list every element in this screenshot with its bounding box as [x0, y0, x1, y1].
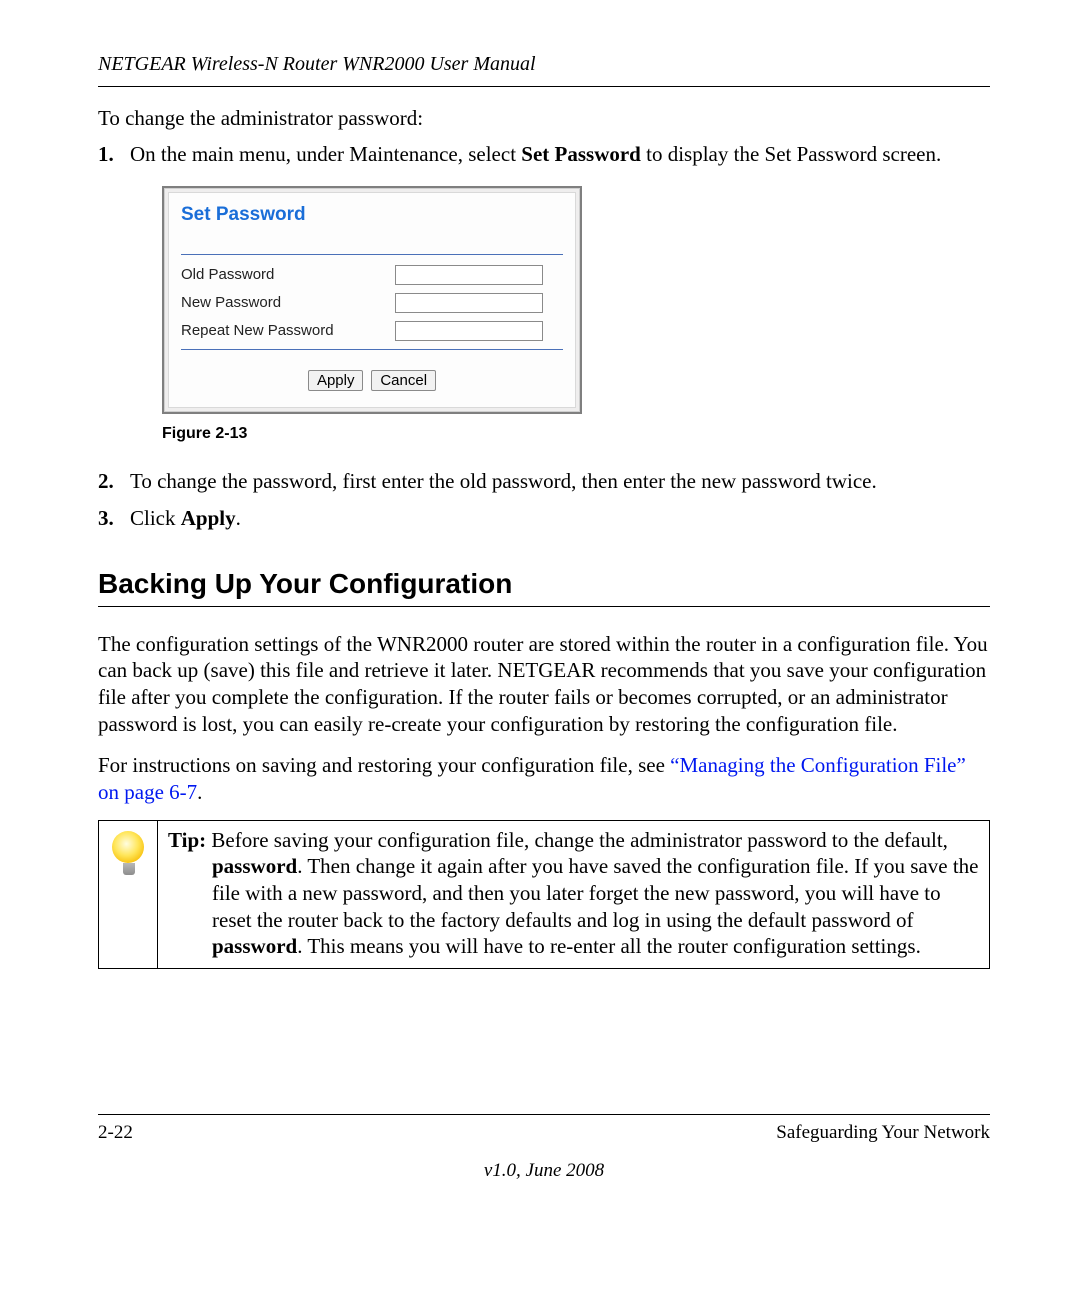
running-header: NETGEAR Wireless-N Router WNR2000 User M… — [98, 52, 990, 78]
step-text-b: . — [236, 506, 241, 530]
body-paragraph-1: The configuration settings of the WNR200… — [98, 631, 990, 739]
lightbulb-icon — [108, 829, 148, 881]
footer-version: v1.0, June 2008 — [98, 1159, 990, 1183]
p2-text-b: . — [197, 780, 202, 804]
footer-chapter-title: Safeguarding Your Network — [776, 1121, 990, 1145]
step-number: 3. — [98, 505, 114, 532]
input-old-password[interactable] — [395, 265, 543, 285]
footer-page-number: 2-22 — [98, 1121, 133, 1145]
step-text: To change the password, first enter the … — [130, 469, 877, 493]
screenshot-title: Set Password — [181, 203, 563, 227]
screenshot-separator-bottom — [181, 349, 563, 350]
row-repeat-password: Repeat New Password — [181, 321, 563, 341]
screenshot-separator-top — [181, 254, 563, 255]
figure-caption: Figure 2-13 — [162, 424, 990, 444]
apply-button[interactable]: Apply — [308, 370, 364, 391]
step-number: 1. — [98, 141, 114, 168]
label-old-password: Old Password — [181, 265, 395, 284]
header-rule — [98, 86, 990, 87]
tip-icon-cell — [99, 821, 158, 968]
tip-t1: Before saving your configuration file, c… — [206, 828, 948, 852]
tip-b2: password — [212, 934, 297, 958]
tip-t2: . Then change it again after you have sa… — [212, 854, 978, 931]
step-2: 2. To change the password, first enter t… — [98, 468, 990, 495]
step-text: On the main menu, under Maintenance, sel… — [130, 142, 521, 166]
intro-line: To change the administrator password: — [98, 105, 990, 132]
body-paragraph-2: For instructions on saving and restoring… — [98, 752, 990, 806]
row-new-password: New Password — [181, 293, 563, 313]
label-new-password: New Password — [181, 293, 395, 312]
step-bold: Set Password — [521, 142, 641, 166]
tip-text: Tip: Before saving your configuration fi… — [158, 821, 989, 968]
step-text-b: to display the Set Password screen. — [641, 142, 941, 166]
input-repeat-password[interactable] — [395, 321, 543, 341]
step-text: Click — [130, 506, 181, 530]
footer-rule — [98, 1114, 990, 1115]
step-1: 1. On the main menu, under Maintenance, … — [98, 141, 990, 444]
p2-text-a: For instructions on saving and restoring… — [98, 753, 670, 777]
step-bold: Apply — [181, 506, 236, 530]
screenshot-figure: Set Password Old Password New Password R… — [162, 186, 990, 413]
tip-label: Tip: — [168, 828, 206, 852]
step-number: 2. — [98, 468, 114, 495]
cancel-button[interactable]: Cancel — [371, 370, 436, 391]
manual-page: NETGEAR Wireless-N Router WNR2000 User M… — [0, 0, 1080, 1296]
section-rule — [98, 606, 990, 607]
row-old-password: Old Password — [181, 265, 563, 285]
label-repeat-password: Repeat New Password — [181, 321, 395, 340]
screenshot-button-row: Apply Cancel — [181, 366, 563, 393]
input-new-password[interactable] — [395, 293, 543, 313]
screenshot-frame: Set Password Old Password New Password R… — [162, 186, 582, 413]
step-list: 1. On the main menu, under Maintenance, … — [98, 141, 990, 531]
tip-box: Tip: Before saving your configuration fi… — [98, 820, 990, 969]
step-3: 3. Click Apply. — [98, 505, 990, 532]
section-heading: Backing Up Your Configuration — [98, 566, 990, 602]
screenshot-panel: Set Password Old Password New Password R… — [168, 192, 576, 407]
tip-t3: . This means you will have to re-enter a… — [297, 934, 921, 958]
tip-b1: password — [212, 854, 297, 878]
page-footer: 2-22 Safeguarding Your Network v1.0, Jun… — [98, 1114, 990, 1184]
